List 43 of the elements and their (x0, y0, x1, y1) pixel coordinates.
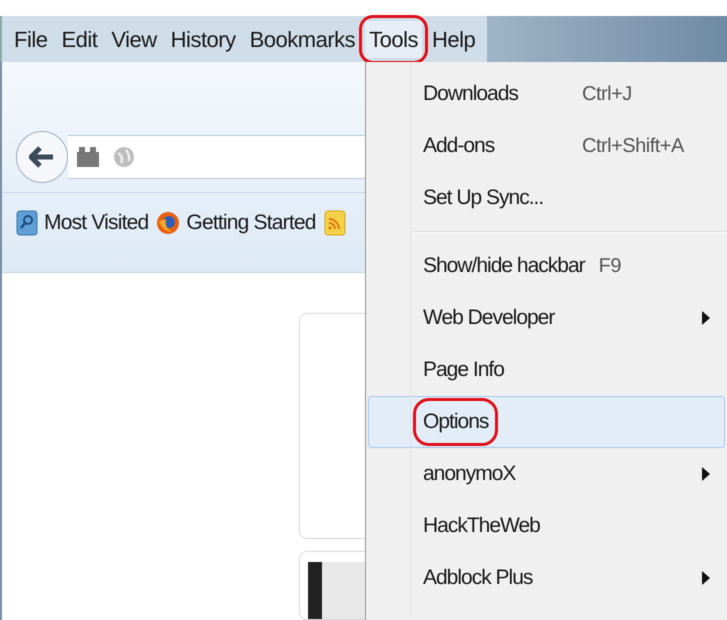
menu-item-label: Page Info (423, 358, 504, 382)
shortcut-label: Ctrl+J (582, 82, 633, 107)
globe-icon (112, 145, 136, 169)
menu-item[interactable]: Set Up Sync... (368, 172, 725, 224)
menu-item[interactable]: Adblock Plus (368, 552, 725, 604)
menu-item[interactable]: Downloads Ctrl+J (368, 68, 725, 120)
menu-item[interactable]: HackTheWeb (368, 500, 725, 552)
menu-bar-item[interactable]: View (107, 20, 161, 58)
menu-item-label: HackTheWeb (423, 514, 540, 538)
submenu-arrow-icon (702, 467, 710, 481)
feed-icon (324, 210, 346, 236)
menu-bar-item[interactable]: Bookmarks (246, 20, 360, 58)
menu-bar-item[interactable]: Help (428, 20, 480, 58)
search-page-icon (16, 210, 38, 236)
menu-bar-item[interactable]: Tools (365, 20, 422, 58)
menu-bar-item[interactable]: File (10, 20, 52, 58)
menu-bar-item[interactable]: Edit (57, 20, 102, 58)
menu-item-label: Downloads (423, 82, 518, 106)
menu-item-label: Adblock Plus (423, 566, 532, 590)
submenu-arrow-icon (702, 311, 710, 325)
menu-item-label: Set Up Sync... (423, 186, 544, 210)
menu-item-label: Web Developer (423, 306, 554, 330)
menu-item[interactable]: Page Info (368, 344, 725, 396)
menu-item-label: Add-ons (423, 134, 494, 158)
menu-item[interactable]: Show/hide hackbar F9 (368, 240, 725, 292)
menu-item[interactable]: Web Developer (368, 292, 725, 344)
menu-item-label: anonymoX (423, 462, 516, 486)
menu-bar-item[interactable]: History (166, 20, 240, 58)
bookmark-link[interactable]: Getting Started (186, 206, 316, 238)
address-field[interactable] (68, 135, 365, 179)
menu-item-label: Options (423, 410, 488, 434)
bookmark-link[interactable]: Most Visited (44, 206, 148, 238)
menu-item[interactable]: Add-ons Ctrl+Shift+A (368, 120, 725, 172)
back-button[interactable] (16, 131, 68, 183)
back-arrow-icon (29, 146, 55, 168)
submenu-arrow-icon (702, 571, 710, 585)
puzzle-icon (76, 146, 100, 168)
menu-item-label: Show/hide hackbar (423, 254, 585, 278)
globe-fox-icon (156, 210, 180, 234)
shortcut-label: F9 (598, 254, 621, 279)
shortcut-label: Ctrl+Shift+A (582, 134, 686, 159)
menu-item[interactable]: Options (368, 396, 725, 448)
menu-item[interactable]: anonymoX (368, 448, 725, 500)
